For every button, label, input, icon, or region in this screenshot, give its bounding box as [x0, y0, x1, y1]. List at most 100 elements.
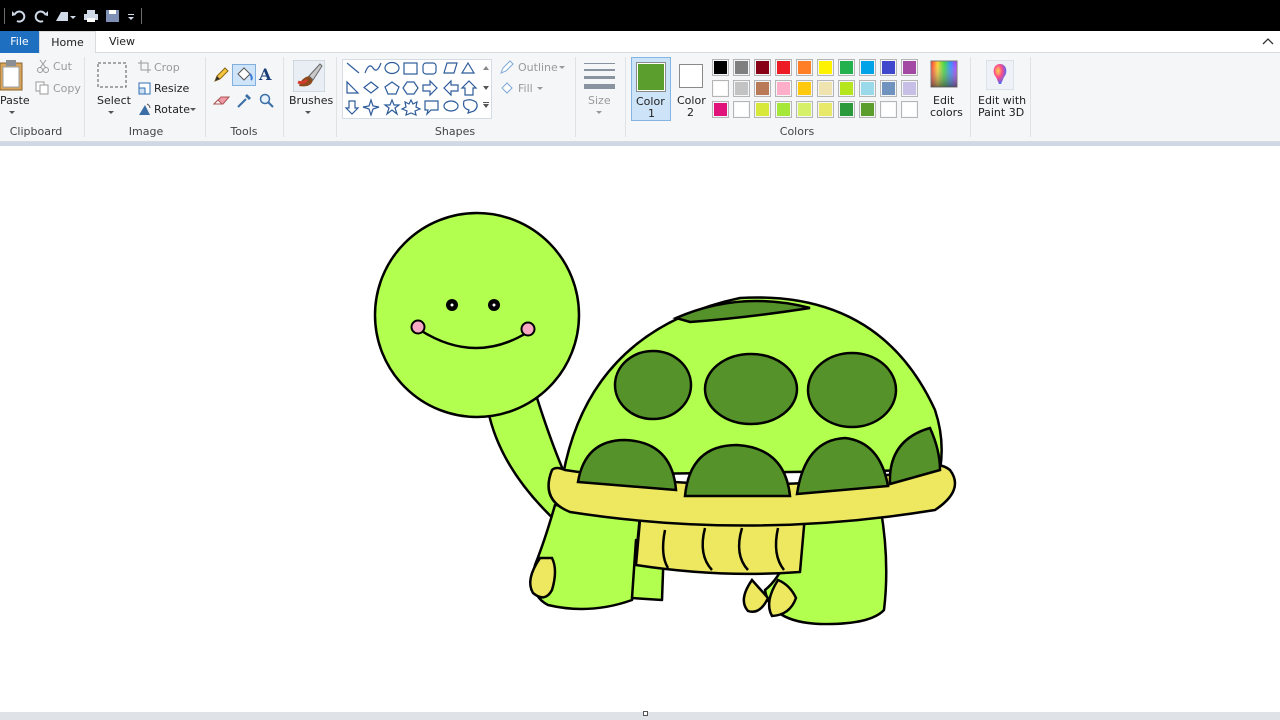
palette-swatch[interactable]: [901, 80, 918, 97]
brushes-icon[interactable]: [293, 60, 325, 92]
fill-button[interactable]: Fill: [518, 82, 533, 95]
chevron-down-icon[interactable]: [9, 111, 15, 114]
copy-button[interactable]: Copy: [53, 82, 81, 95]
rotate-button[interactable]: Rotate: [154, 103, 190, 116]
gallery-scroll-up-icon[interactable]: [482, 65, 490, 71]
fill-icon[interactable]: [499, 81, 515, 96]
drawing-canvas[interactable]: [0, 146, 1280, 712]
size-icon[interactable]: [584, 61, 615, 89]
divider: [84, 57, 85, 137]
paste-icon[interactable]: [0, 59, 26, 91]
palette-swatch[interactable]: [775, 101, 792, 118]
chevron-down-icon[interactable]: [190, 108, 196, 111]
customize-quick-access-icon[interactable]: [127, 9, 135, 23]
palette-swatch[interactable]: [838, 80, 855, 97]
chevron-down-icon[interactable]: [108, 111, 114, 114]
crop-icon[interactable]: [138, 60, 151, 73]
cut-icon[interactable]: [36, 59, 50, 73]
brushes-button[interactable]: Brushes: [289, 94, 333, 107]
palette-swatch[interactable]: [880, 80, 897, 97]
color1-button[interactable]: Color 1: [631, 57, 671, 121]
palette-swatch[interactable]: [796, 80, 813, 97]
palette-swatch[interactable]: [859, 59, 876, 76]
palette-swatch[interactable]: [733, 101, 750, 118]
image-group-label: Image: [128, 125, 164, 138]
color-picker-icon[interactable]: [236, 93, 252, 109]
fill-bucket-tool[interactable]: [232, 64, 256, 86]
divider: [205, 57, 206, 137]
palette-swatch-fill: [840, 82, 853, 95]
text-icon[interactable]: A: [259, 65, 271, 84]
eraser-icon[interactable]: [213, 94, 231, 108]
paint3d-line2[interactable]: Paint 3D: [978, 106, 1024, 119]
palette-swatch[interactable]: [754, 101, 771, 118]
undo-icon[interactable]: [11, 9, 27, 23]
gallery-scroll-down-icon[interactable]: [482, 85, 490, 91]
palette-swatch[interactable]: [817, 101, 834, 118]
eraser-paint-icon[interactable]: [55, 9, 77, 23]
palette-swatch[interactable]: [838, 59, 855, 76]
paste-button[interactable]: Paste: [0, 94, 30, 107]
palette-swatch[interactable]: [796, 59, 813, 76]
chevron-down-icon[interactable]: [305, 111, 311, 114]
tab-file[interactable]: File: [0, 31, 39, 53]
palette-swatch-fill: [777, 103, 790, 116]
outline-icon[interactable]: [499, 60, 515, 75]
palette-swatch[interactable]: [901, 59, 918, 76]
palette-swatch[interactable]: [859, 80, 876, 97]
palette-swatch-fill: [903, 82, 916, 95]
select-button[interactable]: Select: [97, 94, 131, 107]
palette-swatch[interactable]: [901, 101, 918, 118]
save-icon[interactable]: [105, 9, 121, 23]
palette-swatch[interactable]: [859, 101, 876, 118]
pencil-icon[interactable]: [213, 67, 229, 83]
palette-swatch[interactable]: [880, 101, 897, 118]
tab-view[interactable]: View: [96, 31, 148, 53]
edit-colors-icon[interactable]: [930, 60, 958, 88]
gallery-expand-icon[interactable]: [482, 101, 490, 109]
title-bar: [0, 0, 1280, 31]
magnifier-icon[interactable]: [259, 93, 275, 109]
cut-button[interactable]: Cut: [53, 60, 72, 73]
tab-home[interactable]: Home: [39, 31, 96, 54]
divider: [970, 57, 971, 137]
rotate-icon[interactable]: [138, 103, 151, 116]
palette-swatch[interactable]: [775, 59, 792, 76]
palette-swatch[interactable]: [712, 59, 729, 76]
palette-swatch[interactable]: [817, 59, 834, 76]
resize-icon[interactable]: [138, 82, 151, 95]
palette-swatch[interactable]: [733, 80, 750, 97]
resize-button[interactable]: Resize: [154, 82, 189, 95]
palette-swatch-fill: [798, 103, 811, 116]
ribbon: Paste Cut Copy Clipboard Select Crop Res…: [0, 53, 1280, 142]
crop-button[interactable]: Crop: [154, 61, 180, 74]
copy-icon[interactable]: [35, 81, 49, 95]
paint3d-icon[interactable]: [986, 60, 1014, 90]
color2-swatch: [679, 64, 703, 88]
palette-swatch[interactable]: [733, 59, 750, 76]
outline-button[interactable]: Outline: [518, 61, 558, 74]
print-icon[interactable]: [83, 9, 99, 23]
chevron-up-icon[interactable]: [1262, 37, 1274, 45]
edit-colors-line2[interactable]: colors: [930, 106, 963, 119]
palette-swatch[interactable]: [880, 59, 897, 76]
palette-swatch[interactable]: [754, 59, 771, 76]
palette-swatch[interactable]: [754, 80, 771, 97]
palette-swatch[interactable]: [775, 80, 792, 97]
size-button[interactable]: Size: [588, 94, 611, 107]
canvas-resize-handle[interactable]: [643, 711, 648, 716]
chevron-down-icon[interactable]: [559, 66, 565, 69]
chevron-down-icon[interactable]: [596, 111, 602, 114]
redo-icon[interactable]: [33, 9, 49, 23]
shapes-gallery[interactable]: [342, 59, 492, 119]
palette-swatch[interactable]: [712, 80, 729, 97]
palette-swatch-fill: [861, 61, 874, 74]
palette-swatch-fill: [735, 61, 748, 74]
palette-swatch[interactable]: [838, 101, 855, 118]
palette-swatch[interactable]: [712, 101, 729, 118]
color2-button[interactable]: Color 2: [673, 57, 711, 121]
chevron-down-icon[interactable]: [537, 87, 543, 90]
palette-swatch[interactable]: [817, 80, 834, 97]
select-icon[interactable]: [97, 62, 127, 88]
palette-swatch[interactable]: [796, 101, 813, 118]
